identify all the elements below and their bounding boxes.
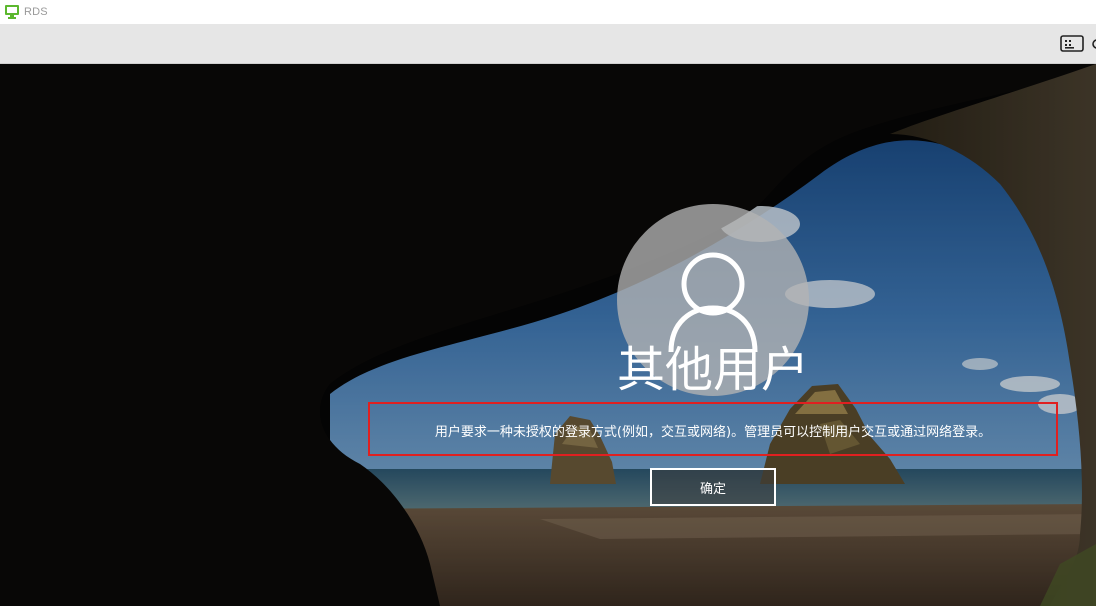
username-label: 其他用户 <box>616 342 809 398</box>
rds-window: RDS 其他用户 用户要求一种未授权的登录方式(例如，交互或网络)。管理员可以控… <box>0 0 1096 606</box>
ok-button[interactable]: 确定 <box>650 468 776 506</box>
more-icon[interactable] <box>1090 36 1096 52</box>
error-message: 用户要求一种未授权的登录方式(例如，交互或网络)。管理员可以控制用户交互或通过网… <box>434 425 992 440</box>
background-image <box>0 64 1096 606</box>
title-bar: RDS <box>0 0 1096 24</box>
monitor-icon <box>4 4 20 20</box>
keyboard-icon[interactable] <box>1060 35 1086 53</box>
toolbar <box>0 24 1096 64</box>
window-title: RDS <box>24 6 48 18</box>
lock-screen <box>0 64 1096 606</box>
